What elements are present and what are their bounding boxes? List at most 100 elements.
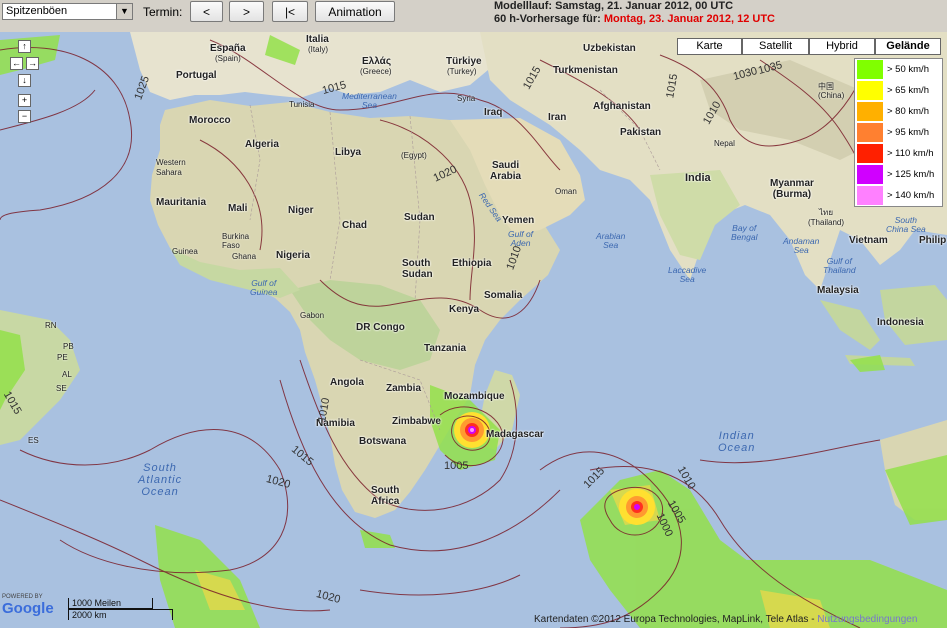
sea-south-china: South China Sea — [886, 215, 926, 234]
place-tunisia: Tunisia — [289, 100, 315, 109]
place-greece: (Greece) — [360, 67, 392, 76]
chevron-down-icon[interactable]: ▼ — [116, 4, 132, 19]
maptype-gelaende[interactable]: Gelände — [875, 38, 941, 55]
pan-right-button[interactable]: → — [26, 57, 39, 70]
place-vietnam: Vietnam — [849, 235, 888, 246]
place-south-sudan: South Sudan — [402, 258, 433, 280]
place-sudan: Sudan — [404, 212, 435, 223]
legend-swatch — [857, 123, 883, 142]
product-select-value: Spitzenböen — [6, 5, 68, 17]
maptype-karte[interactable]: Karte — [677, 38, 742, 55]
google-logo[interactable]: Google — [2, 600, 54, 617]
place-turkiye: Türkiye — [446, 56, 482, 67]
place-niger: Niger — [288, 205, 314, 216]
place-thailand: ไทย (Thailand) — [808, 208, 845, 227]
place-turkey: (Turkey) — [447, 67, 477, 76]
place-nigeria: Nigeria — [276, 250, 310, 261]
legend-row: > 140 km/h — [855, 185, 942, 206]
legend-label: > 80 km/h — [887, 106, 929, 117]
place-mauritania: Mauritania — [156, 197, 207, 208]
legend-row: > 95 km/h — [855, 122, 942, 143]
legend-row: > 125 km/h — [855, 164, 942, 185]
attribution-text: Kartendaten ©2012 Europa Technologies, M… — [534, 614, 818, 625]
legend-row: > 65 km/h — [855, 80, 942, 101]
place-spain: (Spain) — [215, 54, 241, 63]
place-ghana: Ghana — [232, 252, 257, 261]
pan-down-button[interactable]: ↓ — [18, 74, 31, 87]
place-botswana: Botswana — [359, 436, 407, 447]
place-zimbabwe: Zimbabwe — [392, 416, 441, 427]
place-pe: PE — [57, 353, 68, 362]
animation-button[interactable]: Animation — [315, 1, 395, 22]
place-rn: RN — [45, 321, 57, 330]
first-button[interactable]: |< — [272, 1, 308, 22]
place-india: India — [685, 172, 711, 184]
place-italia: Italia — [306, 34, 329, 45]
sea-laccadive: Laccadive Sea — [668, 265, 707, 284]
legend-label: > 140 km/h — [887, 190, 935, 201]
place-pb: PB — [63, 342, 74, 351]
place-yemen: Yemen — [502, 215, 535, 226]
wind-legend: > 50 km/h > 65 km/h > 80 km/h > 95 km/h > 11… — [854, 58, 943, 207]
place-mozambique: Mozambique — [444, 391, 505, 402]
legend-swatch — [857, 144, 883, 163]
legend-label: > 125 km/h — [887, 169, 935, 180]
toolbar: Spitzenböen ▼ Termin: < > |< Animation M… — [0, 0, 947, 32]
legend-swatch — [857, 60, 883, 79]
legend-swatch — [857, 165, 883, 184]
termin-label: Termin: — [143, 5, 183, 19]
scale-km: 2000 km — [68, 609, 173, 620]
place-iraq: Iraq — [484, 107, 503, 118]
legend-swatch — [857, 186, 883, 205]
place-egypt: (Egypt) — [401, 151, 427, 160]
place-turkmenistan: Turkmenistan — [553, 65, 618, 76]
pan-left-button[interactable]: ← — [10, 57, 23, 70]
place-saudi-arabia: Saudi Arabia — [490, 160, 522, 182]
place-nepal: Nepal — [714, 139, 735, 148]
pan-up-button[interactable]: ↑ — [18, 40, 31, 53]
place-kenya: Kenya — [449, 304, 480, 315]
sea-gulf-guinea: Gulf of Guinea — [250, 278, 278, 297]
maptype-hybrid[interactable]: Hybrid — [809, 38, 875, 55]
place-ethiopia: Ethiopia — [452, 258, 492, 269]
sea-gulf-thailand: Gulf of Thailand — [823, 256, 856, 275]
place-espana: España — [210, 43, 246, 54]
place-somalia: Somalia — [484, 290, 523, 301]
model-run-text: Modelllauf: Samstag, 21. Januar 2012, 00… — [494, 0, 734, 12]
place-es: ES — [28, 436, 39, 445]
place-guinea: Guinea — [172, 247, 198, 256]
sea-mediterranean: Mediterranean Sea — [342, 91, 397, 110]
place-afghanistan: Afghanistan — [593, 101, 651, 112]
legend-swatch — [857, 102, 883, 121]
place-italy: (Italy) — [308, 45, 328, 54]
legend-label: > 95 km/h — [887, 127, 929, 138]
place-philip: Philip — [919, 235, 947, 246]
place-se: SE — [56, 384, 67, 393]
place-indonesia: Indonesia — [877, 317, 924, 328]
legend-label: > 110 km/h — [887, 148, 934, 159]
place-pakistan: Pakistan — [620, 127, 662, 138]
place-mali: Mali — [228, 203, 248, 214]
maptype-satellit[interactable]: Satellit — [742, 38, 809, 55]
terms-link[interactable]: Nutzungsbedingungen — [817, 614, 917, 625]
scale-miles: 1000 Meilen — [68, 598, 153, 609]
map-canvas[interactable]: ↑ ← → ↓ + − España (Spain) Italia (Italy… — [0, 32, 947, 628]
forecast-prefix: 60 h-Vorhersage für: — [494, 13, 604, 25]
place-portugal: Portugal — [176, 70, 217, 81]
place-syria: Syria — [457, 94, 476, 103]
isobar-label: 1005 — [444, 460, 469, 472]
place-iran: Iran — [548, 112, 567, 123]
sea-arabian: Arabian Sea — [596, 231, 626, 250]
sea-andaman: Andaman Sea — [783, 236, 820, 255]
place-south-africa: South Africa — [371, 485, 400, 507]
zoom-out-button[interactable]: − — [18, 110, 31, 123]
place-tanzania: Tanzania — [424, 343, 467, 354]
ocean-south-atlantic: South Atlantic Ocean — [138, 462, 183, 498]
place-libya: Libya — [335, 147, 362, 158]
place-al: AL — [62, 370, 72, 379]
cyclone-south-indian — [619, 489, 655, 525]
prev-button[interactable]: < — [190, 1, 223, 22]
next-button[interactable]: > — [229, 1, 264, 22]
product-select[interactable]: Spitzenböen ▼ — [2, 3, 133, 20]
zoom-in-button[interactable]: + — [18, 94, 31, 107]
